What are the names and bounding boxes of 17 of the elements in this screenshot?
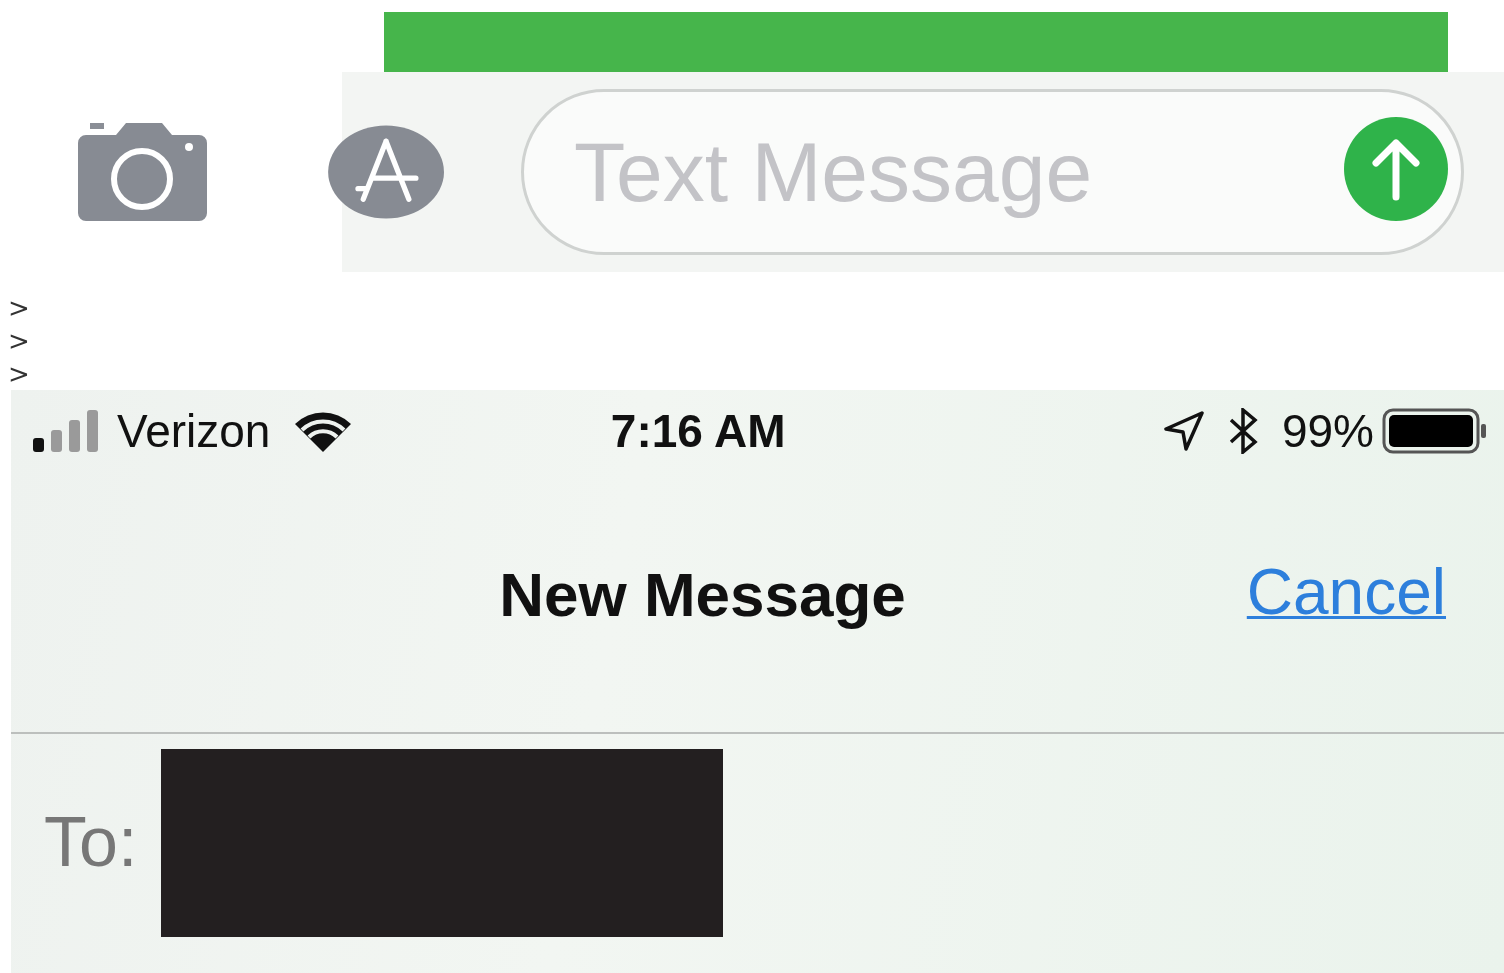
arrow-up-icon (1371, 137, 1421, 201)
camera-icon[interactable] (78, 123, 207, 221)
quote-mark: > (8, 359, 30, 389)
carrier-name: Verizon (117, 403, 271, 459)
battery-percentage: 99% (1281, 403, 1374, 459)
battery-icon (1382, 408, 1488, 454)
signal-icon (33, 410, 101, 452)
quote-mark: > (8, 326, 30, 356)
wifi-icon (294, 410, 353, 452)
quote-mark: > (8, 293, 30, 323)
location-arrow-icon (1163, 411, 1204, 451)
cancel-link[interactable]: Cancel (1246, 544, 1446, 640)
clock-time: 7:16 AM (610, 403, 786, 459)
screen-title: New Message (499, 558, 906, 631)
bluetooth-icon (1227, 408, 1258, 454)
message-field[interactable]: Text Message (521, 89, 1464, 255)
recipient-label: To: (44, 802, 138, 883)
